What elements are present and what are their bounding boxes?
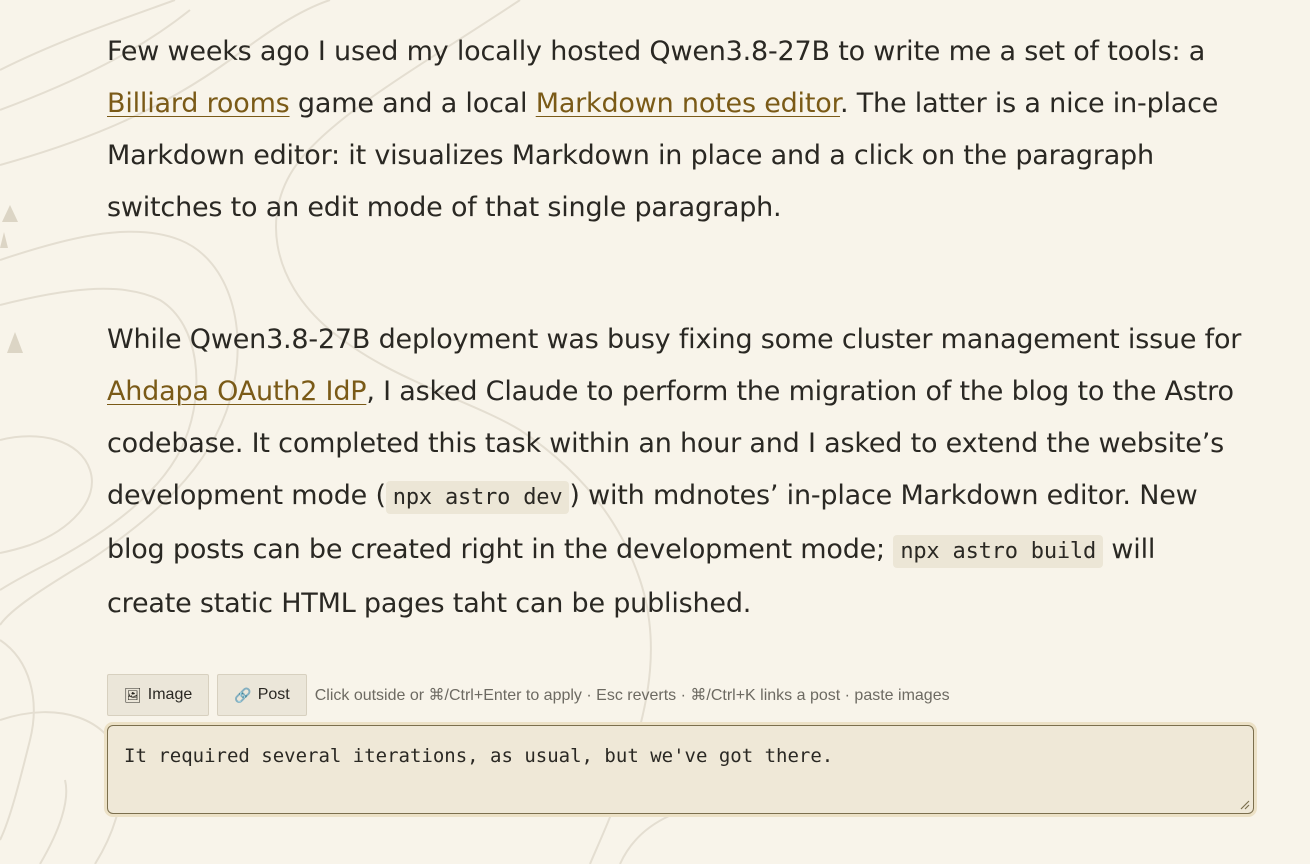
billiard-rooms-link[interactable]: Billiard rooms	[107, 88, 290, 119]
image-icon: 🖼	[124, 686, 142, 703]
insert-image-label: Image	[147, 686, 193, 703]
editor-toolbar: 🖼 Image 🔗 Post Click outside or ⌘/Ctrl+E…	[107, 674, 950, 716]
paragraph-text: While Qwen3.8-27B deployment was busy fi…	[107, 324, 1242, 355]
link-post-label: Post	[257, 686, 290, 703]
resize-handle-icon[interactable]	[1238, 798, 1250, 810]
paragraph-edit-textarea[interactable]: It required several iterations, as usual…	[108, 726, 1253, 813]
markdown-notes-editor-link[interactable]: Markdown notes editor	[536, 88, 840, 119]
ahdapa-oauth2-idp-link[interactable]: Ahdapa OAuth2 IdP	[107, 376, 367, 407]
paragraph-editor: It required several iterations, as usual…	[107, 725, 1254, 814]
link-icon: 🔗	[234, 686, 252, 703]
inline-code-astro-build: npx astro build	[893, 535, 1104, 568]
insert-image-button[interactable]: 🖼 Image	[107, 674, 210, 716]
paragraph-1[interactable]: Few weeks ago I used my locally hosted Q…	[107, 26, 1247, 234]
inline-code-astro-dev: npx astro dev	[385, 481, 570, 514]
editor-hint: Click outside or ⌘/Ctrl+Enter to apply ·…	[314, 687, 950, 704]
paragraph-text: Few weeks ago I used my locally hosted Q…	[107, 36, 1206, 67]
post-body: Few weeks ago I used my locally hosted Q…	[107, 26, 1247, 630]
paragraph-2[interactable]: While Qwen3.8-27B deployment was busy fi…	[107, 314, 1247, 630]
paragraph-text: game and a local	[289, 88, 536, 119]
link-post-button[interactable]: 🔗 Post	[217, 674, 307, 716]
